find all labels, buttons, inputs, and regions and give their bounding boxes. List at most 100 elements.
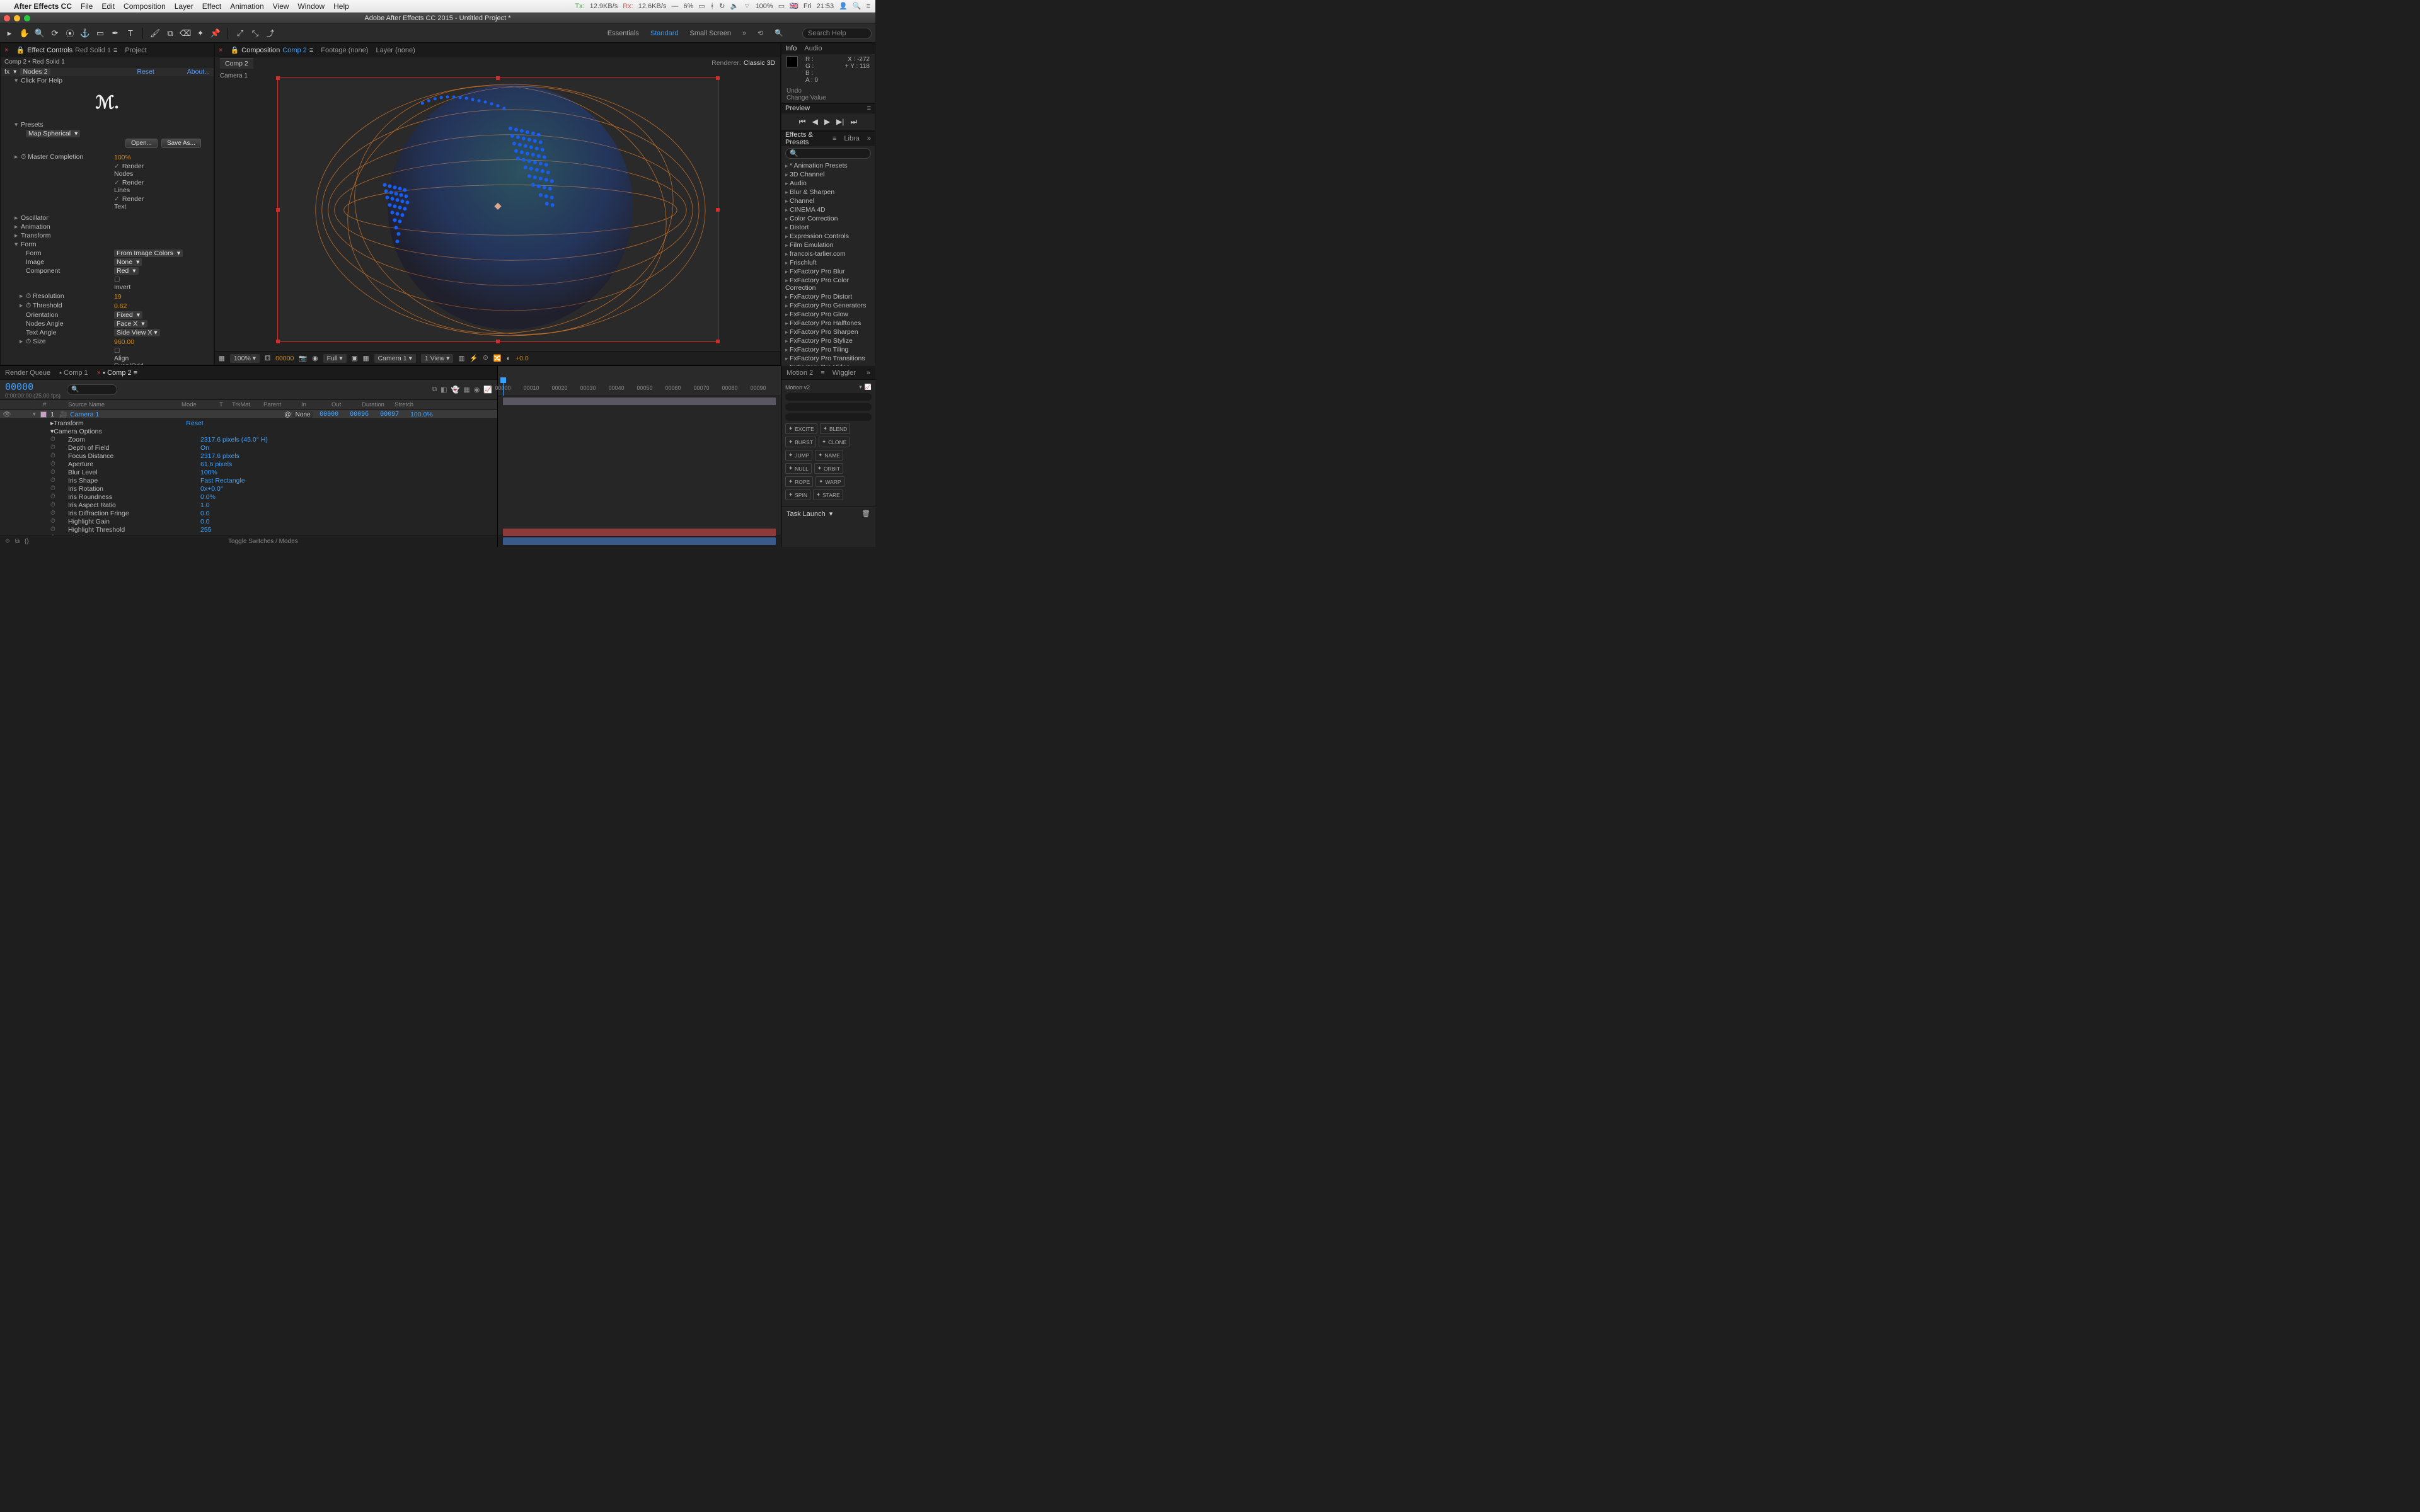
next-frame-icon[interactable]: ▶| xyxy=(836,117,844,127)
effects-list-item[interactable]: FxFactory Pro Transitions xyxy=(781,354,875,363)
resolution-icon[interactable]: ⚃ xyxy=(265,355,270,362)
motion-warp-button[interactable]: ✦WARP xyxy=(815,476,844,487)
fast-preview-icon[interactable]: ⚡ xyxy=(470,354,478,362)
preset-saveas-button[interactable]: Save As... xyxy=(161,139,201,148)
tab-comp2[interactable]: × ▪ Comp 2 ≡ xyxy=(97,369,137,377)
stopwatch-icon[interactable]: ⏱ xyxy=(50,485,62,492)
master-completion-value[interactable]: 100% xyxy=(114,154,131,161)
current-time[interactable]: 00000 xyxy=(275,355,294,362)
tab-composition[interactable]: 🔒 Composition Comp 2 ≡ xyxy=(230,46,313,54)
prev-frame-icon[interactable]: ◀ xyxy=(812,117,818,127)
toggle-pane-icon[interactable]: ⧉ xyxy=(15,538,20,545)
bluetooth-icon[interactable]: ᚼ xyxy=(710,3,715,10)
layer-stretch[interactable]: 100.0% xyxy=(410,411,441,418)
zoom-dropdown[interactable]: 100% ▾ xyxy=(230,354,260,363)
property-row[interactable]: ⏱Iris ShapeFast Rectangle xyxy=(0,476,497,484)
image-dropdown[interactable]: None ▾ xyxy=(114,258,142,266)
component-dropdown[interactable]: Red ▾ xyxy=(114,267,139,275)
property-value[interactable]: On xyxy=(200,444,209,452)
eraser-tool-icon[interactable]: ⌫ xyxy=(180,28,191,39)
size-value[interactable]: 960.00 xyxy=(114,338,134,346)
click-for-help[interactable]: Click For Help xyxy=(21,77,62,84)
comp-subtab[interactable]: Comp 2 xyxy=(220,58,253,69)
view-camera-dropdown[interactable]: Camera 1 ▾ xyxy=(374,354,416,363)
resolution-dropdown[interactable]: Full ▾ xyxy=(323,354,347,363)
effects-list-item[interactable]: FxFactory Pro Color Correction xyxy=(781,276,875,292)
tab-layer[interactable]: Layer (none) xyxy=(376,47,415,54)
property-row[interactable]: ⏱Highlight Gain0.0 xyxy=(0,517,497,525)
visibility-icon[interactable]: 👁 xyxy=(3,410,11,418)
clone-tool-icon[interactable]: ⧉ xyxy=(164,28,176,39)
col-source[interactable]: Source Name xyxy=(68,401,182,408)
tab-footage[interactable]: Footage (none) xyxy=(321,47,368,54)
effects-list-item[interactable]: FxFactory Pro Tiling xyxy=(781,345,875,354)
composition-canvas[interactable] xyxy=(277,77,718,342)
last-frame-icon[interactable]: ⏭ xyxy=(850,117,857,127)
property-row[interactable]: ⏱Depth of FieldOn xyxy=(0,444,497,452)
stopwatch-icon[interactable]: ⏱ xyxy=(21,153,26,161)
pen-tool-icon[interactable]: ✒ xyxy=(110,28,121,39)
axis-world-icon[interactable]: ⤡ xyxy=(250,28,261,39)
presets-group[interactable]: Presets xyxy=(21,121,43,129)
renderer-value[interactable]: Classic 3D xyxy=(744,59,775,67)
property-value[interactable]: 2317.6 pixels (45.0° H) xyxy=(200,436,268,444)
check-icon[interactable]: ✓ xyxy=(114,195,120,203)
view-layout-dropdown[interactable]: 1 View ▾ xyxy=(421,354,454,363)
pixel-aspect-icon[interactable]: ▥ xyxy=(458,355,464,362)
nodes-angle-dropdown[interactable]: Face X ▾ xyxy=(114,320,147,328)
flag-icon[interactable]: 🇬🇧 xyxy=(790,2,798,10)
stopwatch-icon[interactable]: ⏱ xyxy=(50,501,62,508)
layer-in[interactable]: 00000 xyxy=(320,411,350,418)
tab-wiggler[interactable]: Wiggler xyxy=(833,369,856,377)
text-angle-dropdown[interactable]: Side View X ▾ xyxy=(114,329,160,336)
col-mode[interactable]: Mode xyxy=(182,401,219,408)
timeline-icon[interactable]: ⏲ xyxy=(483,354,488,362)
preset-dropdown[interactable]: Map Spherical▾ xyxy=(26,130,80,137)
menu-layer[interactable]: Layer xyxy=(175,2,193,11)
checkbox-icon[interactable]: ☐ xyxy=(114,276,120,284)
property-row[interactable]: ⏱Blur Level100% xyxy=(0,468,497,476)
property-value[interactable]: 0.0 xyxy=(200,518,210,525)
effects-list-item[interactable]: FxFactory Pro Stylize xyxy=(781,336,875,345)
transform-group[interactable]: Transform xyxy=(21,232,50,239)
property-value[interactable]: 1.0 xyxy=(200,501,210,509)
camera-options-group[interactable]: Camera Options xyxy=(54,428,186,435)
play-icon[interactable]: ▶ xyxy=(824,117,830,127)
effects-search-input[interactable]: 🔍 xyxy=(785,148,871,159)
roi-icon[interactable]: ▣ xyxy=(352,355,358,362)
panel-menu-icon[interactable]: ≡ xyxy=(113,47,117,54)
effects-list-item[interactable]: FxFactory Pro Blur xyxy=(781,267,875,276)
effects-list-item[interactable]: Audio xyxy=(781,179,875,188)
search-help-input[interactable]: Search Help xyxy=(802,28,872,39)
rect-tool-icon[interactable]: ▭ xyxy=(95,28,106,39)
effects-list-item[interactable]: FxFactory Pro Distort xyxy=(781,292,875,301)
effects-list-item[interactable]: CINEMA 4D xyxy=(781,205,875,214)
close-icon[interactable] xyxy=(4,15,10,21)
grid-icon[interactable]: ▦ xyxy=(363,355,369,362)
effect-reset[interactable]: Reset xyxy=(137,68,154,76)
camera-tool-icon[interactable]: ⦿ xyxy=(64,28,76,39)
motion-orbit-button[interactable]: ✦ORBIT xyxy=(814,463,843,474)
col-out[interactable]: Out xyxy=(331,401,362,408)
effect-about[interactable]: About... xyxy=(187,68,210,76)
stopwatch-icon[interactable]: ⏱ xyxy=(50,436,62,443)
parent-pickwhip-icon[interactable]: @ xyxy=(284,411,291,418)
form-group[interactable]: Form xyxy=(21,241,37,248)
effects-list-item[interactable]: * Animation Presets xyxy=(781,161,875,170)
stopwatch-icon[interactable]: ⏱ xyxy=(50,493,62,500)
motion-null-button[interactable]: ✦NULL xyxy=(785,463,812,474)
fx-twirl-icon[interactable]: ▾ xyxy=(13,68,16,76)
frame-blend-icon[interactable]: ▦ xyxy=(463,386,470,394)
overflow-icon[interactable]: » xyxy=(867,135,871,142)
property-row[interactable]: ⏱Iris Aspect Ratio1.0 xyxy=(0,501,497,509)
tab-libraries[interactable]: Libra xyxy=(844,135,859,142)
notification-icon[interactable]: ≡ xyxy=(867,3,870,10)
user-icon[interactable]: 👤 xyxy=(839,2,848,10)
stopwatch-icon[interactable]: ⏱ xyxy=(50,510,62,517)
motion-blend-button[interactable]: ✦BLEND xyxy=(820,423,850,434)
form-dropdown[interactable]: From Image Colors ▾ xyxy=(114,249,183,257)
col-parent[interactable]: Parent xyxy=(263,401,301,408)
col-in[interactable]: In xyxy=(301,401,331,408)
menu-animation[interactable]: Animation xyxy=(230,2,263,11)
effects-list-item[interactable]: FxFactory Pro Glow xyxy=(781,310,875,319)
